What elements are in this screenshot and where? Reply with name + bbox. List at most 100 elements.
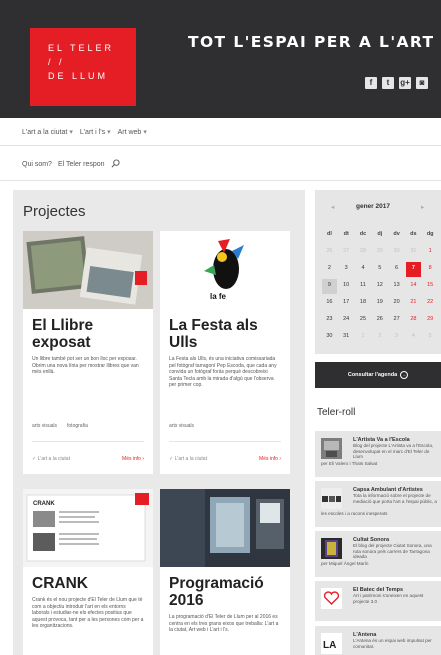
card-excerpt: Crank és el nou projecte d'El Teler de L…	[32, 597, 144, 630]
card-title[interactable]: La Festa als Ulls	[169, 317, 281, 351]
card-category[interactable]: ✓ L'art a la ciutat	[32, 456, 70, 462]
calendar-day[interactable]: 14	[405, 278, 422, 295]
calendar-widget: ◂ gener 2017 ▸ dl dt dc dj dv ds dg 26 27 28 29 30 3…	[315, 190, 441, 354]
next-month-icon[interactable]: ▸	[421, 203, 424, 211]
facebook-icon[interactable]: f	[365, 77, 377, 89]
card-footer: ✓ L'art a la ciutat Més info ›	[169, 456, 281, 462]
calendar-day[interactable]: 15	[422, 278, 439, 295]
card-excerpt: Un llibre també pot ser un bon lloc per …	[32, 356, 139, 376]
calendar-month: gener 2017	[356, 203, 390, 210]
nav-item-qui-som[interactable]: Qui som?	[22, 161, 52, 168]
more-info-link[interactable]: Més info ›	[122, 456, 144, 462]
calendar-dow: ds	[410, 231, 417, 237]
calendar-day[interactable]: 28	[355, 244, 372, 261]
calendar-day[interactable]: 5	[422, 329, 439, 346]
calendar-day[interactable]: 12	[371, 278, 388, 295]
site-logo[interactable]: EL TELER / / DE LLUM	[30, 28, 136, 106]
teler-roll-item[interactable]: Capsa Ambulant d'Artistes Tota la inform…	[315, 481, 441, 527]
card-excerpt: La Festa als Ulls, és una iniciativa com…	[169, 356, 277, 389]
nav-item-art-ciutat[interactable]: L'art a la ciutat ▾	[22, 128, 73, 136]
calendar-week: 16 17 18 19 20 21 22	[321, 295, 439, 312]
calendar-day[interactable]: 17	[338, 295, 355, 312]
calendar-day[interactable]: 24	[338, 312, 355, 329]
calendar-day[interactable]: 13	[388, 278, 405, 295]
project-card[interactable]: Programació 2016 La programació d'El Tel…	[160, 489, 290, 655]
calendar-day[interactable]: 16	[321, 295, 338, 312]
card-divider	[32, 441, 144, 442]
calendar-day[interactable]: 25	[355, 312, 372, 329]
calendar-day[interactable]: 29	[371, 244, 388, 261]
calendar-day[interactable]: 29	[422, 312, 439, 329]
calendar-day[interactable]: 6	[388, 261, 405, 278]
card-tags: arts visuals	[169, 423, 194, 429]
consult-agenda-button[interactable]: Consultar l'agenda →	[315, 362, 441, 388]
teler-roll-item[interactable]: Cultat Sonora El blog del projecte Ciuta…	[315, 531, 441, 577]
calendar-day[interactable]: 2	[321, 261, 338, 278]
calendar-day[interactable]: 27	[388, 312, 405, 329]
project-thumbnail	[321, 488, 342, 509]
item-desc-cont: per Eli Valero i Thaïs Salvat	[321, 461, 378, 466]
calendar-day[interactable]: 28	[405, 312, 422, 329]
calendar-day[interactable]: 9	[322, 279, 337, 294]
calendar-day[interactable]: 22	[422, 295, 439, 312]
teler-roll-item[interactable]: El Batec del Temps Art i patrimoni s'une…	[315, 581, 441, 621]
project-card[interactable]: El Llibre exposat Un llibre també pot se…	[23, 231, 153, 474]
calendar-day[interactable]: 1	[355, 329, 372, 346]
calendar-day[interactable]: 31	[338, 329, 355, 346]
tag[interactable]: fotografia	[67, 423, 88, 429]
calendar-day[interactable]: 26	[371, 312, 388, 329]
teler-roll-item[interactable]: LA L'Antena L'Antena és un espai web imp…	[315, 626, 441, 655]
calendar-day[interactable]: 26	[321, 244, 338, 261]
calendar-day[interactable]: 4	[355, 261, 372, 278]
item-desc: Art i patrimoni s'uneixen en aquest proj…	[353, 593, 424, 604]
calendar-day[interactable]: 1	[422, 244, 439, 261]
tag[interactable]: arts visuals	[32, 423, 57, 429]
project-card[interactable]: CRANK CRANK Crank és el nou projecte d'E…	[23, 489, 153, 655]
calendar-day[interactable]: 7	[405, 262, 421, 277]
google-plus-icon[interactable]: g+	[399, 77, 411, 89]
heart-icon	[321, 588, 342, 609]
card-divider	[169, 441, 281, 442]
svg-text:CRANK: CRANK	[33, 501, 55, 507]
calendar-day[interactable]: 30	[321, 329, 338, 346]
nav-item-art-web[interactable]: Art web ▾	[118, 128, 147, 136]
card-title[interactable]: Programació 2016	[169, 575, 281, 609]
card-title[interactable]: El Llibre exposat	[32, 317, 144, 351]
calendar-day[interactable]: 8	[422, 261, 439, 278]
site-header: EL TELER / / DE LLUM TOT L'ESPAI PER A L…	[0, 0, 441, 118]
calendar-day[interactable]: 10	[338, 278, 355, 295]
project-card[interactable]: la fe La Festa als Ulls La Festa als Ull…	[160, 231, 290, 474]
arrow-right-icon: →	[400, 370, 409, 379]
calendar-day[interactable]: 20	[388, 295, 405, 312]
calendar-day[interactable]: 3	[388, 329, 405, 346]
calendar-day[interactable]: 2	[371, 329, 388, 346]
twitter-icon[interactable]: t	[382, 77, 394, 89]
prev-month-icon[interactable]: ◂	[331, 203, 334, 211]
tag[interactable]: arts visuals	[169, 423, 194, 429]
calendar-day[interactable]: 30	[388, 244, 405, 261]
instagram-icon[interactable]: ◙	[416, 77, 428, 89]
calendar-day[interactable]: 31	[405, 244, 422, 261]
nav-item-teler-respon[interactable]: El Teler respon	[58, 161, 105, 168]
search-icon[interactable]	[111, 159, 120, 170]
calendar-dow: dc	[359, 231, 367, 237]
item-desc: Tota la informació sobre el projecte de …	[353, 493, 437, 504]
card-category[interactable]: ✓ L'art a la ciutat	[169, 456, 207, 462]
calendar-week: 23 24 25 26 27 28 29	[321, 312, 439, 329]
calendar-day[interactable]: 4	[405, 329, 422, 346]
calendar-day[interactable]: 23	[321, 312, 338, 329]
nav-divider-2	[0, 180, 441, 181]
calendar-day[interactable]: 19	[371, 295, 388, 312]
calendar-day[interactable]: 5	[371, 261, 388, 278]
calendar-day[interactable]: 27	[338, 244, 355, 261]
calendar-day[interactable]: 3	[338, 261, 355, 278]
calendar-day[interactable]: 21	[405, 295, 422, 312]
teler-roll-item[interactable]: L'Artista Va a l'Escola Blog del project…	[315, 431, 441, 477]
calendar-day[interactable]: 11	[355, 278, 372, 295]
more-info-link[interactable]: Més info ›	[259, 456, 281, 462]
nav-item-art-i-ls[interactable]: L'art i l's ▾	[80, 128, 111, 136]
calendar-day[interactable]: 18	[355, 295, 372, 312]
project-thumbnail	[321, 438, 342, 459]
card-title[interactable]: CRANK	[32, 575, 144, 592]
calendar-week: 26 27 28 29 30 31 1	[321, 244, 439, 261]
